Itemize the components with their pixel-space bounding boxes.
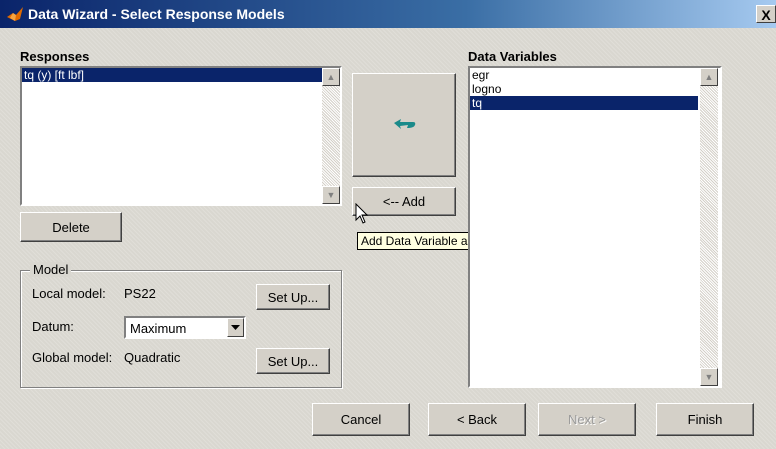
next-button-label: Next > <box>568 412 606 427</box>
title-bar: Data Wizard - Select Response Models X <box>0 0 776 28</box>
delete-button-label: Delete <box>52 219 90 235</box>
local-model-value: PS22 <box>124 286 156 301</box>
delete-button[interactable]: Delete <box>20 212 122 242</box>
back-button-label: < Back <box>456 412 498 427</box>
setup-global-label: Set Up... <box>267 353 319 369</box>
scroll-up-icon[interactable]: ▲ <box>322 68 340 86</box>
cancel-button-label: Cancel <box>340 412 382 427</box>
list-item[interactable]: egr <box>470 68 698 82</box>
data-wizard-window: Data Wizard - Select Response Models X R… <box>0 0 776 449</box>
list-item[interactable]: tq (y) [ft lbf] <box>22 68 322 82</box>
model-legend: Model <box>30 262 72 277</box>
data-variables-listbox[interactable]: egr logno tq ▲ ▼ <box>468 66 722 388</box>
list-item[interactable]: tq <box>470 96 698 110</box>
datum-selected-value: Maximum <box>130 321 187 336</box>
responses-scrollbar[interactable]: ▲ ▼ <box>322 68 340 204</box>
move-arrow-button[interactable] <box>352 73 456 177</box>
datum-dropdown[interactable]: Maximum <box>124 316 246 339</box>
datum-label: Datum: <box>32 319 74 334</box>
cancel-button[interactable]: Cancel <box>312 403 410 436</box>
list-item[interactable]: logno <box>470 82 698 96</box>
add-button-label: <-- Add <box>382 194 426 209</box>
responses-listbox[interactable]: tq (y) [ft lbf] ▲ ▼ <box>20 66 342 206</box>
scroll-up-icon[interactable]: ▲ <box>700 68 718 86</box>
window-title: Data Wizard - Select Response Models <box>28 6 285 22</box>
data-variables-heading: Data Variables <box>468 49 557 64</box>
next-button[interactable]: Next > <box>538 403 636 436</box>
finish-button-label: Finish <box>687 412 723 427</box>
close-button[interactable]: X <box>756 5 776 23</box>
scroll-down-icon[interactable]: ▼ <box>700 368 718 386</box>
data-variables-scrollbar[interactable]: ▲ ▼ <box>700 68 718 386</box>
chevron-down-icon[interactable] <box>227 318 244 337</box>
responses-heading: Responses <box>20 49 90 64</box>
local-model-label: Local model: <box>32 286 106 301</box>
setup-global-button[interactable]: Set Up... <box>256 348 330 374</box>
matlab-logo-icon <box>6 5 24 23</box>
return-arrow-icon <box>391 117 417 134</box>
scroll-down-icon[interactable]: ▼ <box>322 186 340 204</box>
setup-local-label: Set Up... <box>267 289 319 305</box>
setup-local-button[interactable]: Set Up... <box>256 284 330 310</box>
mouse-pointer-icon <box>355 202 369 228</box>
finish-button[interactable]: Finish <box>656 403 754 436</box>
back-button[interactable]: < Back <box>428 403 526 436</box>
global-model-value: Quadratic <box>124 350 181 365</box>
global-model-label: Global model: <box>32 350 113 365</box>
